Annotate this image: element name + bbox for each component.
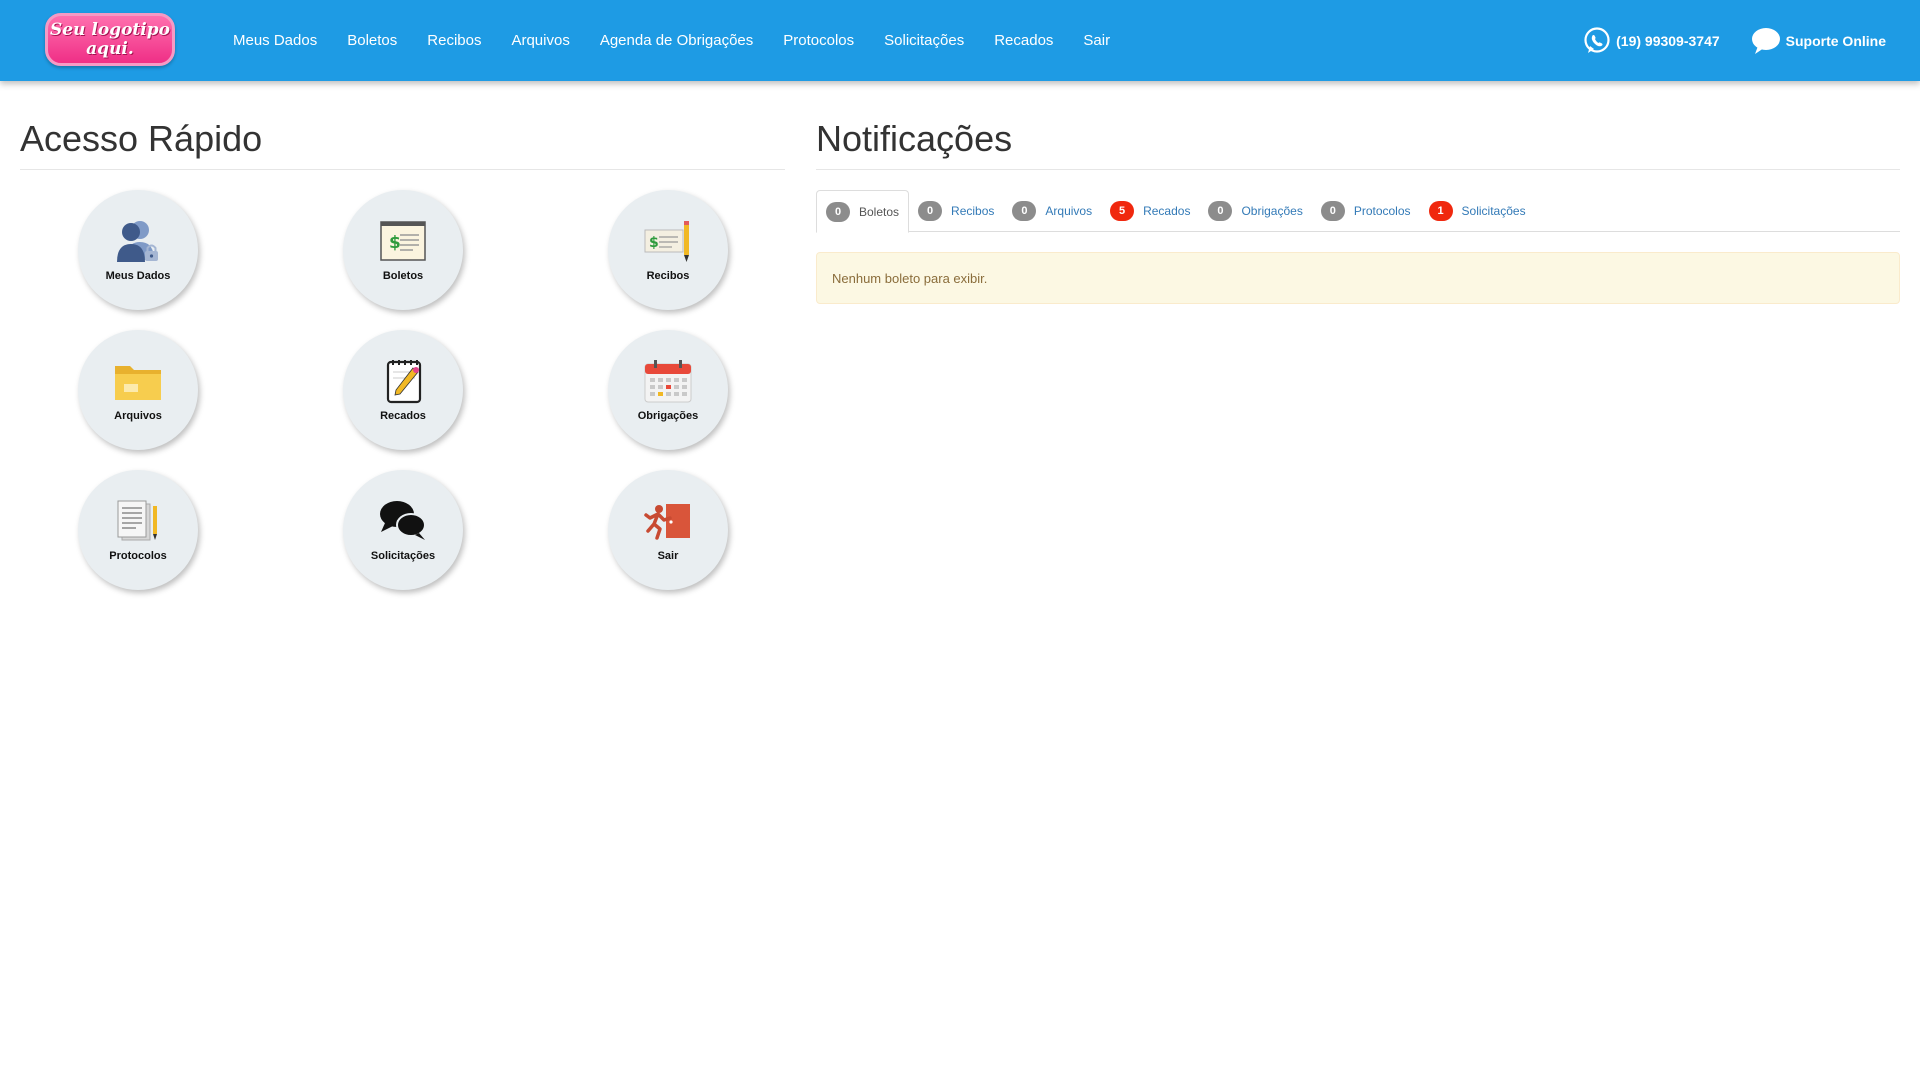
tab-label: Recados [1143,204,1191,218]
tile-obrigacoes[interactable]: Obrigações [608,330,728,450]
tile-label: Arquivos [114,410,162,422]
tab-label: Solicitações [1461,204,1526,218]
nav-agenda-obrigacoes[interactable]: Agenda de Obrigações [585,32,768,49]
tab-label: Recibos [951,204,995,218]
tile-arquivos[interactable]: Arquivos [78,330,198,450]
nav-boletos[interactable]: Boletos [332,32,412,49]
empty-state-alert: Nenhum boleto para exibir. [816,252,1900,304]
whatsapp-contact[interactable]: (19) 99309-3747 [1582,26,1720,56]
nav-protocolos[interactable]: Protocolos [768,32,869,49]
count-badge: 1 [1428,201,1453,221]
count-badge: 0 [1012,201,1037,221]
tile-label: Solicitações [370,550,436,562]
tab-boletos[interactable]: 0 Boletos [816,190,910,233]
chat-bubble-icon [1751,27,1780,54]
quick-access-title: Acesso Rápido [20,118,785,170]
count-badge: 0 [918,201,943,221]
tile-label: Sair [657,550,679,562]
exit-door-icon [642,498,694,544]
tab-solicitacoes[interactable]: 1 Solicitações [1420,190,1535,232]
tile-solicitacoes[interactable]: Solicitações [343,470,463,590]
calendar-icon [642,358,694,404]
tab-label: Protocolos [1353,204,1411,218]
document-pencil-icon [112,498,164,544]
logo-text: Seu logotipo aqui. [50,19,170,59]
tile-boletos[interactable]: $ Boletos [343,190,463,310]
support-online-button[interactable]: Suporte Online [1750,26,1886,56]
alert-message: Nenhum boleto para exibir. [832,270,988,286]
svg-text:$: $ [389,233,401,253]
nav-solicitacoes[interactable]: Solicitações [869,32,979,49]
tile-label: Boletos [382,270,424,282]
svg-text:$: $ [649,235,659,251]
notifications-title: Notificações [816,118,1900,170]
nav-recados[interactable]: Recados [979,32,1068,49]
tab-protocolos[interactable]: 0 Protocolos [1312,190,1420,232]
tab-recibos[interactable]: 0 Recibos [909,190,1003,232]
support-label: Suporte Online [1785,32,1886,49]
count-badge: 0 [1320,201,1345,221]
tile-label: Recibos [646,270,690,282]
invoice-icon: $ [377,218,429,264]
tile-recibos[interactable]: $ Recibos [608,190,728,310]
main-nav: Meus Dados Boletos Recibos Arquivos Agen… [218,0,1125,81]
tab-label: Boletos [859,204,900,219]
tab-obrigacoes[interactable]: 0 Obrigações [1199,190,1311,232]
nav-arquivos[interactable]: Arquivos [496,32,584,49]
tile-protocolos[interactable]: Protocolos [78,470,198,590]
chat-bubbles-icon [377,498,429,544]
tab-label: Arquivos [1045,204,1093,218]
quick-access-grid: Meus Dados $ Boletos $ Recibos Arquivos … [20,170,785,590]
nav-sair[interactable]: Sair [1068,32,1125,49]
tile-label: Meus Dados [105,270,171,282]
quick-access-section: Acesso Rápido Meus Dados $ Boletos $ Rec… [20,118,785,590]
tile-meus-dados[interactable]: Meus Dados [78,190,198,310]
count-badge: 0 [826,201,850,222]
tile-label: Recados [380,410,426,422]
count-badge: 5 [1110,201,1135,221]
phone-number: (19) 99309-3747 [1616,32,1720,49]
notepad-icon [377,358,429,404]
tile-recados[interactable]: Recados [343,330,463,450]
receipt-icon: $ [642,218,694,264]
users-lock-icon [112,218,164,264]
company-logo[interactable]: Seu logotipo aqui. [45,13,175,66]
tab-recados[interactable]: 5 Recados [1101,190,1199,232]
folder-icon [112,358,164,404]
tile-label: Protocolos [109,550,167,562]
nav-meus-dados[interactable]: Meus Dados [218,32,332,49]
notifications-section: Notificações 0 Boletos 0 Recibos 0 Arqui… [816,118,1900,304]
nav-right: (19) 99309-3747 Suporte Online [1582,0,1886,81]
whatsapp-icon [1584,26,1610,53]
count-badge: 0 [1208,201,1233,221]
tab-arquivos[interactable]: 0 Arquivos [1003,190,1101,232]
tile-sair[interactable]: Sair [608,470,728,590]
notification-tabs: 0 Boletos 0 Recibos 0 Arquivos 5 Recados… [816,190,1900,233]
tile-label: Obrigações [637,410,699,422]
top-navbar: Seu logotipo aqui. Meus Dados Boletos Re… [0,0,1920,81]
nav-recibos[interactable]: Recibos [412,32,496,49]
tab-label: Obrigações [1241,204,1303,218]
